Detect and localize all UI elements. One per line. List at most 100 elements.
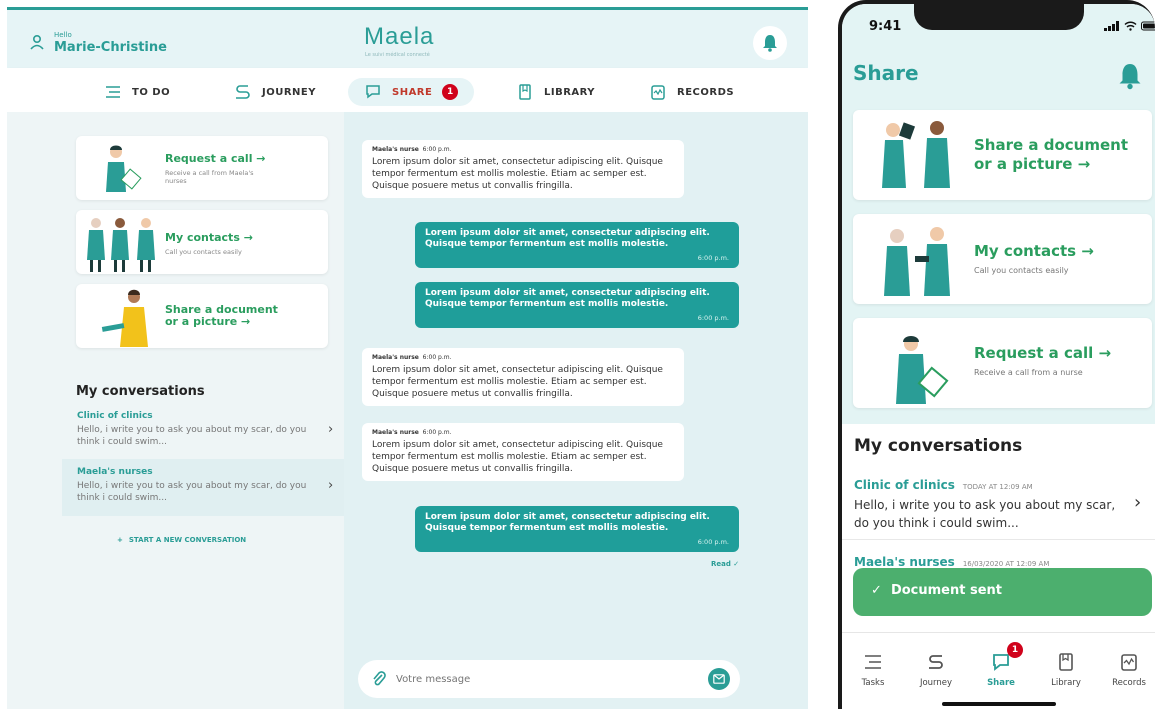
tab-tasks[interactable]: Tasks [845,652,901,688]
message-text: Lorem ipsum dolor sit amet, consectetur … [372,157,663,191]
card-subtitle: Receive a call from Maela's nurses [165,169,254,185]
message-sender: Maela's nurse [372,429,419,436]
tab-label: SHARE [392,86,433,98]
conversation-item-selected[interactable]: Maela's nurses Hello, i write you to ask… [62,459,344,516]
conversation-preview: Hello, i write you to ask you about my s… [854,498,1116,530]
conversation-name: Clinic of clinics [77,411,153,421]
phone-frame: 9:41 Share Share a document or a picture… [838,0,1155,709]
card-subtitle: Call you contacts easily [165,248,242,256]
app-header: Hello Marie-Christine Maela Le suivi méd… [7,10,808,68]
list-icon [865,655,881,669]
tab-todo[interactable]: TO DO [104,78,170,106]
message-text: Lorem ipsum dolor sit amet, consectetur … [425,512,710,533]
conversation-item[interactable]: Clinic of clinics TODAY AT 12:09 AM Hell… [842,470,1155,540]
conversation-preview: Hello, i write you to ask you about my s… [77,425,307,447]
tab-label: JOURNEY [262,86,316,98]
send-button[interactable] [708,668,730,690]
journey-icon [236,85,250,99]
contacts-illustration [87,218,155,272]
chat-pane: Maela's nurse 6:00 p.m. Lorem ipsum dolo… [344,112,808,709]
new-conversation-label: START A NEW CONVERSATION [128,536,247,544]
tab-library[interactable]: LIBRARY [516,78,595,106]
message-input[interactable] [396,669,686,689]
card-title: My contacts → [974,242,1094,260]
request-call-card[interactable]: Request a call → Receive a call from Mae… [76,136,328,200]
records-icon [1121,654,1137,671]
tab-label: Library [1051,678,1081,688]
message-time: 6:00 p.m. [422,354,452,361]
signal-icon [1104,21,1119,31]
message-text: Lorem ipsum dolor sit amet, consectetur … [372,440,663,474]
card-title: Share a document or a picture → [165,303,278,328]
message-text: Lorem ipsum dolor sit amet, consectetur … [425,288,710,309]
message-time: 6:00 p.m. [422,429,452,436]
message-text: Lorem ipsum dolor sit amet, consectetur … [372,365,663,399]
app-logo: Maela [364,23,435,50]
chevron-right-icon: › [1134,492,1142,513]
phone-screen: 9:41 Share Share a document or a picture… [842,4,1155,709]
bell-icon[interactable] [1118,62,1142,90]
tab-records[interactable]: Records [1101,652,1155,688]
left-pane: Request a call → Receive a call from Mae… [7,112,344,709]
message-time: 6:00 p.m. [697,254,729,262]
user-icon[interactable] [29,34,45,50]
conversation-timestamp: 16/03/2020 AT 12:09 AM [962,560,1050,568]
page-title: Share [853,61,919,85]
conversation-name: Maela's nurses [77,467,153,477]
tab-label: Share [987,678,1015,688]
card-title: Request a call → [974,344,1112,362]
card-title: Share a document or a picture → [974,136,1129,173]
tab-share[interactable]: SHARE 1 [348,78,475,106]
journey-icon [929,655,943,669]
conversation-preview: Hello, i write you to ask you about my s… [77,481,307,503]
chat-icon [366,85,380,99]
tab-journey[interactable]: Journey [908,652,964,688]
tab-share[interactable]: Share 1 [973,642,1029,688]
tab-journey[interactable]: JOURNEY [234,78,316,106]
my-contacts-card[interactable]: My contacts → Call you contacts easily [853,214,1152,304]
conversation-item[interactable]: Clinic of clinics Hello, i write you to … [62,405,344,453]
tab-records[interactable]: RECORDS [649,78,734,106]
records-icon [651,85,665,100]
tab-label: RECORDS [677,86,735,98]
conversation-item[interactable]: Maela's nurses 16/03/2020 AT 12:09 AM [854,555,1049,569]
conversation-name: Clinic of clinics [854,478,955,492]
share-document-card[interactable]: Share a document or a picture → [853,110,1152,200]
contacts-illustration [884,227,950,296]
card-subtitle: Call you contacts easily [974,266,1069,275]
my-contacts-card[interactable]: My contacts → Call you contacts easily [76,210,328,274]
chevron-right-icon: › [328,478,334,493]
greeting-label: Hello [54,31,72,39]
phone-notch [914,4,1084,30]
tab-bar-divider [842,632,1155,633]
tab-label: Records [1112,678,1146,688]
request-call-card[interactable]: Request a call → Receive a call from a n… [853,318,1152,408]
share-document-card[interactable]: Share a document or a picture → [76,284,328,348]
conversations-title: My conversations [854,436,1023,456]
message-incoming: Maela's nurse 6:00 p.m. Lorem ipsum dolo… [362,140,684,198]
notifications-button[interactable] [753,26,787,60]
message-time: 6:00 p.m. [422,146,452,153]
share-badge: 1 [1007,642,1023,658]
message-outgoing: Lorem ipsum dolor sit amet, consectetur … [415,222,739,268]
nurse-phone-illustration [896,336,949,404]
tab-library[interactable]: Library [1038,652,1094,688]
status-icons [1104,21,1155,31]
card-title: Request a call → [165,152,266,165]
user-name: Marie-Christine [54,40,167,55]
book-icon [519,84,531,100]
message-incoming: Maela's nurse 6:00 p.m. Lorem ipsum dolo… [362,348,684,406]
message-sender: Maela's nurse [372,146,419,153]
attachment-icon[interactable] [372,671,386,687]
message-outgoing: Lorem ipsum dolor sit amet, consectetur … [415,282,739,328]
battery-icon [1141,21,1155,31]
message-incoming: Maela's nurse 6:00 p.m. Lorem ipsum dolo… [362,423,684,481]
conversation-name: Maela's nurses [854,555,955,569]
new-conversation-button[interactable]: + START A NEW CONVERSATION [117,536,246,544]
book-icon [1059,653,1073,671]
bell-icon [763,35,777,52]
wifi-icon [1124,21,1137,31]
message-sender: Maela's nurse [372,354,419,361]
logo-tagline: Le suivi médical connecté [365,52,430,58]
message-time: 6:00 p.m. [697,538,729,546]
